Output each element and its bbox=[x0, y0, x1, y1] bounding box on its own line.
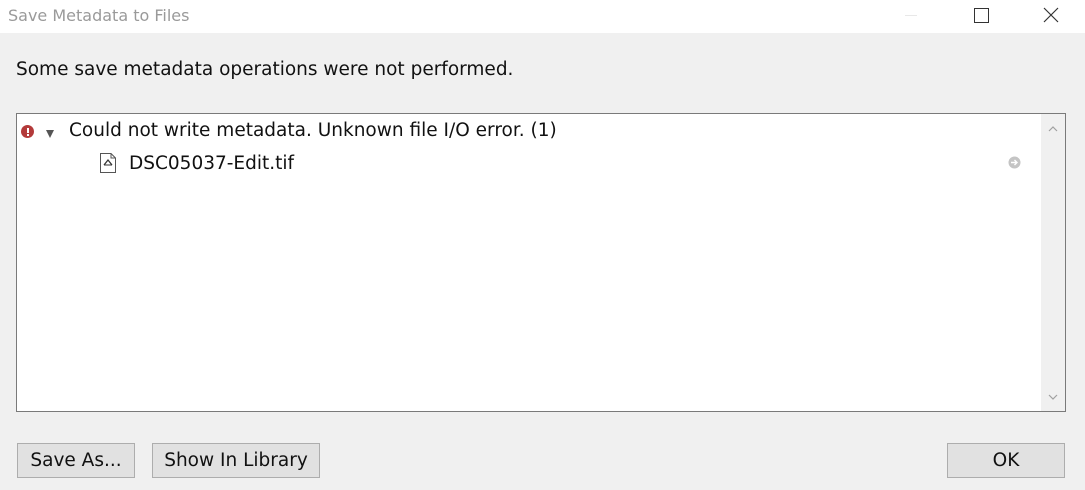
maximize-icon bbox=[973, 7, 989, 23]
file-name: DSC05037-Edit.tif bbox=[129, 153, 295, 174]
summary-message: Some save metadata operations were not p… bbox=[16, 59, 514, 80]
close-button[interactable] bbox=[1028, 0, 1074, 30]
chevron-up-icon bbox=[1048, 125, 1058, 131]
vertical-scrollbar[interactable] bbox=[1041, 114, 1065, 411]
show-in-library-button[interactable]: Show In Library bbox=[152, 443, 320, 478]
scroll-down-button[interactable] bbox=[1041, 385, 1065, 409]
error-message: Could not write metadata. Unknown file I… bbox=[69, 120, 557, 141]
close-icon bbox=[1043, 7, 1059, 23]
file-row[interactable]: DSC05037-Edit.tif bbox=[17, 152, 1057, 178]
window-title: Save Metadata to Files bbox=[8, 6, 190, 25]
save-as-button[interactable]: Save As... bbox=[17, 443, 135, 478]
reveal-arrow-icon[interactable] bbox=[1008, 156, 1021, 169]
tif-file-icon bbox=[100, 153, 116, 173]
title-bar: Save Metadata to Files bbox=[0, 0, 1085, 33]
expand-triangle-icon[interactable] bbox=[46, 130, 54, 138]
ok-button[interactable]: OK bbox=[947, 443, 1065, 478]
minimize-icon bbox=[905, 14, 917, 16]
maximize-button[interactable] bbox=[958, 0, 1004, 30]
minimize-button[interactable] bbox=[888, 0, 934, 30]
results-list[interactable]: Could not write metadata. Unknown file I… bbox=[16, 113, 1066, 412]
scroll-up-button[interactable] bbox=[1041, 116, 1065, 140]
error-icon bbox=[21, 125, 34, 138]
chevron-down-icon bbox=[1048, 394, 1058, 400]
error-group-row[interactable]: Could not write metadata. Unknown file I… bbox=[17, 120, 1017, 144]
